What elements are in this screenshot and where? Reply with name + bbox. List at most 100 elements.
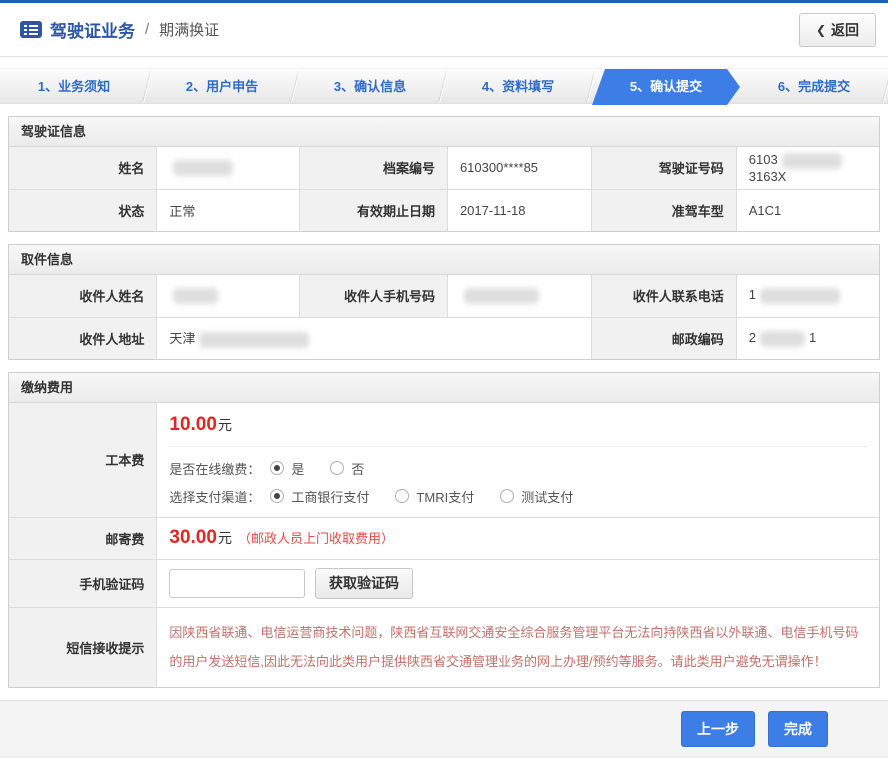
recipient-phone-value: 1	[736, 275, 879, 317]
step-1-business-notice[interactable]: 1、业务须知	[0, 69, 148, 105]
radio-checked-icon[interactable]	[270, 489, 284, 503]
file-no-value: 610300****85	[447, 147, 591, 189]
radio-online-pay-no[interactable]: 否	[330, 459, 364, 478]
sms-tip-text: 因陕西省联通、电信运营商技术问题，陕西省互联网交通安全综合服务管理平台无法向持陕…	[169, 612, 867, 684]
currency-unit: 元	[218, 417, 232, 433]
fee-panel-title: 缴纳费用	[9, 373, 879, 403]
form-list-icon	[20, 21, 42, 38]
page-title: 驾驶证业务	[50, 17, 135, 42]
radio-unchecked-icon[interactable]	[330, 461, 344, 475]
radio-label: 否	[351, 459, 364, 478]
pay-channel-row: 选择支付渠道： 工商银行支付 TMRI支付 测试支付	[169, 487, 867, 506]
breadcrumb-current: 期满换证	[159, 19, 219, 40]
pickup-info-table: 收件人姓名 收件人手机号码 收件人联系电话 1 收件人地址 天津 邮政编码 2 1	[9, 275, 879, 359]
pickup-info-panel: 取件信息 收件人姓名 收件人手机号码 收件人联系电话 1 收件人地址 天津 邮政…	[8, 244, 880, 360]
postcode-suffix: 1	[809, 330, 816, 345]
vehicle-type-label: 准驾车型	[592, 189, 736, 231]
sms-tip-label: 短信接收提示	[9, 607, 157, 687]
redacted-recipient-address	[199, 332, 309, 348]
postcode-label: 邮政编码	[592, 317, 736, 359]
file-no-label: 档案编号	[300, 147, 448, 189]
online-pay-row: 是否在线缴费： 是 否	[169, 459, 867, 478]
redacted-recipient-name	[173, 288, 218, 304]
step-5-confirm-submit[interactable]: 5、确认提交	[592, 69, 740, 105]
recipient-phone-prefix: 1	[749, 287, 756, 302]
radio-checked-icon[interactable]	[270, 461, 284, 475]
radio-unchecked-icon[interactable]	[395, 489, 409, 503]
table-row: 状态 正常 有效期止日期 2017-11-18 准驾车型 A1C1	[9, 189, 879, 231]
postage-amount: 30.00	[169, 527, 217, 548]
recipient-mobile-value	[447, 275, 591, 317]
table-row: 收件人地址 天津 邮政编码 2 1	[9, 317, 879, 359]
expiry-value: 2017-11-18	[447, 189, 591, 231]
work-fee-label: 工本费	[9, 403, 157, 517]
breadcrumb-separator: /	[145, 21, 149, 38]
table-row: 短信接收提示 因陕西省联通、电信运营商技术问题，陕西省互联网交通安全综合服务管理…	[9, 607, 879, 687]
vehicle-type-value: A1C1	[736, 189, 879, 231]
page: 驾驶证业务 / 期满换证 ❮ 返回 1、业务须知 2、用户申告 3、确认信息 4…	[0, 0, 888, 758]
table-row: 收件人姓名 收件人手机号码 收件人联系电话 1	[9, 275, 879, 317]
back-button[interactable]: ❮ 返回	[799, 13, 876, 47]
radio-channel-icbc[interactable]: 工商银行支付	[270, 487, 369, 506]
radio-label: 是	[291, 459, 304, 478]
step-wizard: 1、业务须知 2、用户申告 3、确认信息 4、资料填写 5、确认提交 6、完成提…	[0, 68, 888, 104]
divider	[169, 446, 867, 447]
status-value: 正常	[157, 189, 300, 231]
recipient-mobile-label: 收件人手机号码	[300, 275, 448, 317]
expiry-label: 有效期止日期	[300, 189, 448, 231]
radio-channel-test[interactable]: 测试支付	[500, 487, 573, 506]
fee-table: 工本费 10.00元 是否在线缴费： 是 否	[9, 403, 879, 687]
recipient-address-prefix: 天津	[169, 331, 195, 346]
step-6-complete-submit[interactable]: 6、完成提交	[740, 69, 888, 105]
postage-cell: 30.00元 （邮政人员上门收取费用）	[157, 517, 879, 559]
table-row: 姓名 档案编号 610300****85 驾驶证号码 61033163X	[9, 147, 879, 189]
license-no-label: 驾驶证号码	[592, 147, 736, 189]
postage-note: （邮政人员上门收取费用）	[238, 531, 394, 546]
radio-label: TMRI支付	[416, 487, 474, 506]
step-3-confirm-info[interactable]: 3、确认信息	[296, 69, 444, 105]
header: 驾驶证业务 / 期满换证 ❮ 返回	[0, 3, 888, 57]
license-info-panel: 驾驶证信息 姓名 档案编号 610300****85 驾驶证号码 6103316…	[8, 116, 880, 232]
redacted-recipient-phone	[760, 288, 840, 304]
chevron-left-icon: ❮	[816, 23, 826, 37]
status-label: 状态	[9, 189, 157, 231]
license-no-value: 6103 3163X	[736, 147, 879, 189]
recipient-phone-label: 收件人联系电话	[592, 275, 736, 317]
table-row: 手机验证码 获取验证码	[9, 559, 879, 607]
pickup-info-title: 取件信息	[9, 245, 879, 275]
previous-step-button[interactable]: 上一步	[681, 711, 755, 747]
radio-online-pay-yes[interactable]: 是	[270, 459, 304, 478]
breadcrumb: 驾驶证业务 / 期满换证	[20, 17, 799, 42]
work-fee-amount: 10.00	[169, 414, 217, 435]
postage-label: 邮寄费	[9, 517, 157, 559]
redacted-recipient-mobile	[464, 288, 539, 304]
recipient-name-label: 收件人姓名	[9, 275, 157, 317]
table-row: 邮寄费 30.00元 （邮政人员上门收取费用）	[9, 517, 879, 559]
radio-unchecked-icon[interactable]	[500, 489, 514, 503]
step-2-user-declaration[interactable]: 2、用户申告	[148, 69, 296, 105]
recipient-address-label: 收件人地址	[9, 317, 157, 359]
work-fee-amount-line: 10.00元	[169, 414, 867, 436]
license-no-suffix: 3163X	[749, 169, 787, 184]
radio-channel-tmri[interactable]: TMRI支付	[395, 487, 474, 506]
name-value	[157, 147, 300, 189]
redacted-license-no	[782, 153, 842, 169]
sms-code-input[interactable]	[169, 569, 305, 598]
recipient-name-value	[157, 275, 300, 317]
finish-button[interactable]: 完成	[768, 711, 828, 747]
sms-code-cell: 获取验证码	[157, 559, 879, 607]
back-button-label: 返回	[831, 20, 859, 40]
recipient-address-value: 天津	[157, 317, 592, 359]
pay-channel-label: 选择支付渠道：	[169, 487, 260, 506]
work-fee-cell: 10.00元 是否在线缴费： 是 否	[157, 403, 879, 517]
currency-unit: 元	[218, 530, 232, 546]
footer-action-bar: 上一步 完成	[0, 700, 888, 758]
step-4-fill-data[interactable]: 4、资料填写	[444, 69, 592, 105]
get-code-button[interactable]: 获取验证码	[315, 568, 413, 599]
license-no-prefix: 6103	[749, 152, 778, 167]
postcode-prefix: 2	[749, 330, 756, 345]
fee-panel: 缴纳费用 工本费 10.00元 是否在线缴费： 是	[8, 372, 880, 688]
radio-label: 工商银行支付	[291, 487, 369, 506]
redacted-name	[173, 160, 233, 176]
online-pay-label: 是否在线缴费：	[169, 459, 260, 478]
